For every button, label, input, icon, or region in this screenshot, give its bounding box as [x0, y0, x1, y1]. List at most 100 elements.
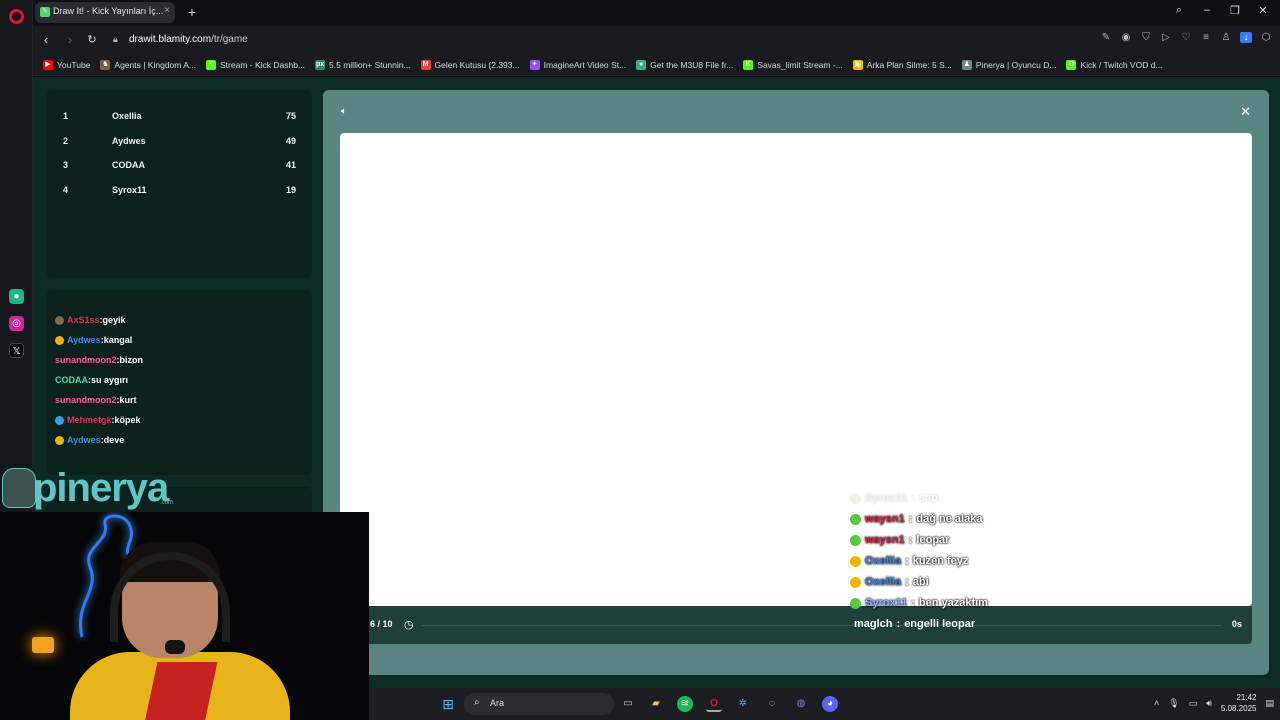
stream-overlay-chat: Syrox11: sap waysn1: dağ ne alaka waysn1: leo… — [850, 488, 1050, 630]
bookmark-label: Savas_limit Stream -... — [757, 59, 843, 70]
overlay-username: Syrox11 — [865, 492, 908, 504]
overlay-badge-icon — [850, 555, 861, 567]
file-explorer-icon[interactable]: ▰ — [648, 696, 664, 712]
network-icon[interactable]: ▭ — [1189, 698, 1198, 709]
app-icon-3[interactable]: ◍ — [793, 696, 809, 712]
bookmark-item[interactable]: ▶ YouTube — [43, 59, 90, 70]
task-view-icon[interactable]: ▭ — [620, 696, 636, 712]
opera-logo-icon[interactable] — [9, 9, 24, 24]
back-icon[interactable]: ‹ — [38, 32, 54, 48]
url-field[interactable]: drawit.blamity.com/tr/game — [129, 34, 248, 45]
close-tab-icon[interactable]: × — [164, 5, 170, 16]
heart-icon[interactable]: ♡ — [1180, 32, 1192, 43]
new-tab-button[interactable]: + — [184, 4, 200, 20]
play-icon[interactable]: ▷ — [1160, 32, 1172, 43]
overlay-chat-message: waysn1: dağ ne alaka — [850, 511, 982, 527]
cube-icon[interactable]: ⬡ — [1260, 32, 1272, 43]
overlay-chat-message: Oxellia: abi — [850, 574, 929, 590]
leaderboard-rank: 3 — [63, 160, 69, 170]
bookmark-favicon-icon: D — [1066, 59, 1077, 70]
restore-icon[interactable]: ❐ — [1228, 4, 1242, 17]
reload-icon[interactable]: ↻ — [84, 32, 100, 48]
app-icon-2[interactable]: ◌ — [764, 696, 780, 712]
leaderboard-rank: 2 — [63, 135, 69, 146]
pinerya-logo-text: pinerya — [33, 466, 169, 510]
account-icon[interactable]: ♙ — [1220, 32, 1232, 43]
notification-icon[interactable]: ▤ — [1265, 698, 1274, 709]
extension-download-icon[interactable]: ↓ — [1240, 32, 1252, 43]
chevron-up-icon[interactable]: ˄ — [1154, 698, 1159, 708]
bookmark-item[interactable]: ● Get the M3U8 File fr... — [636, 59, 734, 70]
bookmark-item[interactable]: M Gelen Kutusu (2.393... — [420, 59, 520, 70]
bookmark-item[interactable]: ♞ Agents | Kingdom A... — [100, 59, 196, 70]
search-tabs-icon[interactable]: ⌕ — [1172, 4, 1186, 17]
camera-icon[interactable]: ◉ — [1120, 32, 1132, 43]
overlay-text: engelli leopar — [904, 618, 976, 630]
forward-icon[interactable]: › — [62, 32, 78, 48]
mic-tray-icon[interactable]: 🎙︎ — [1168, 698, 1179, 709]
overlay-text: kuzen feyz — [912, 555, 969, 567]
chat-badge-icon — [55, 315, 64, 325]
chat-message: Aydwes: kangal — [55, 333, 132, 347]
speaker-icon[interactable]: 🔈︎ — [341, 106, 347, 117]
leaderboard-player: CODAA — [112, 160, 145, 170]
webcam-feed — [0, 512, 369, 720]
tab-drawit[interactable]: ✎ Draw It! - Kick Yayınları İç... × — [35, 2, 175, 23]
bookmark-label: Pinerya | Oyuncu D... — [975, 59, 1057, 70]
bookmark-favicon-icon: K — [743, 59, 754, 70]
round-status-bar: 6 / 10 ◷ 0s — [340, 606, 1252, 644]
leaderboard-row: 2 Aydwes 49 — [47, 131, 312, 151]
spotify-icon[interactable]: ≋ — [677, 696, 693, 712]
bookmark-label: Stream - Kick Dashb... — [220, 59, 306, 70]
chat-message: Mehmetgk: köpek — [55, 413, 141, 427]
discord-icon[interactable]: ◕ — [822, 696, 838, 712]
chat-username: AxS1ss — [67, 315, 100, 325]
overlay-separator: : — [908, 534, 913, 546]
edit-icon[interactable]: ✎ — [1100, 32, 1112, 43]
windows-start-icon[interactable]: ⊞ — [440, 696, 456, 712]
bookmark-label: Kick / Twitch VOD d... — [1080, 59, 1163, 70]
overlay-chat-message: waysn1: leopar — [850, 532, 949, 548]
volume-icon[interactable]: 🔊︎ — [1206, 698, 1212, 709]
candle-light — [32, 637, 54, 653]
bookmark-label: Get the M3U8 File fr... — [650, 59, 734, 70]
chat-message: CODAA: su aygırı — [55, 373, 128, 387]
bookmark-item[interactable]: ▣ Arka Plan Silme: 5 S... — [852, 59, 952, 70]
shield-icon[interactable]: ⛉ — [1140, 32, 1152, 43]
address-actions: ✎ ◉ ⛉ ▷ ♡ ≡ ♙ ↓ ⬡ — [1100, 32, 1272, 43]
whatsapp-icon[interactable]: ● — [9, 289, 24, 304]
game-panel: 🔈︎ ✕ 6 / 10 ◷ 0s — [323, 90, 1269, 675]
round-counter: 6 / 10 — [370, 619, 393, 629]
close-window-icon[interactable]: ✕ — [1256, 4, 1270, 17]
minimize-icon[interactable]: – — [1200, 4, 1214, 17]
instagram-icon[interactable]: ◎ — [9, 316, 24, 331]
chat-message: sunandmoon2: kurt — [55, 393, 137, 407]
bookmark-item[interactable]: px 5.5 million+ Stunnin... — [315, 59, 411, 70]
bookmark-label: ImagineArt Video St... — [543, 59, 627, 70]
chat-badge-icon — [55, 435, 64, 445]
chat-text: köpek — [114, 415, 141, 425]
chat-message: Aydwes: deve — [55, 433, 124, 447]
chat-username: Aydwes — [67, 435, 101, 445]
bookmark-item[interactable]: ✦ ImagineArt Video St... — [529, 59, 627, 70]
overlay-username: waysn1 — [865, 513, 905, 525]
lock-icon[interactable]: 🔒︎ — [113, 34, 123, 45]
bookmark-item[interactable]: K Savas_limit Stream -... — [743, 59, 843, 70]
clock-date: 5.08.2025 — [1220, 704, 1257, 713]
taskbar-search[interactable]: ⌕ Ara — [464, 693, 614, 715]
pinerya-logo: pinerya .com — [0, 464, 185, 512]
leaderboard-score: 19 — [285, 184, 296, 195]
close-game-icon[interactable]: ✕ — [1240, 104, 1251, 120]
x-twitter-icon[interactable]: 𝕏 — [9, 343, 24, 358]
overlay-badge-icon — [850, 492, 861, 504]
menu-icon[interactable]: ≡ — [1200, 32, 1212, 43]
clock[interactable]: 21:42 5.08.2025 — [1221, 692, 1257, 714]
leaderboard-score: 49 — [285, 135, 296, 146]
opera-taskbar-icon[interactable]: O — [706, 696, 722, 712]
drawing-canvas[interactable] — [340, 133, 1252, 606]
app-icon-1[interactable]: ✲ — [735, 696, 751, 712]
bookmark-item[interactable]: D Kick / Twitch VOD d... — [1066, 59, 1163, 70]
leaderboard-player: Syrox11 — [112, 184, 147, 195]
bookmark-item[interactable]: ♟ Pinerya | Oyuncu D... — [961, 59, 1057, 70]
bookmark-item[interactable]: K Stream - Kick Dashb... — [206, 59, 306, 70]
